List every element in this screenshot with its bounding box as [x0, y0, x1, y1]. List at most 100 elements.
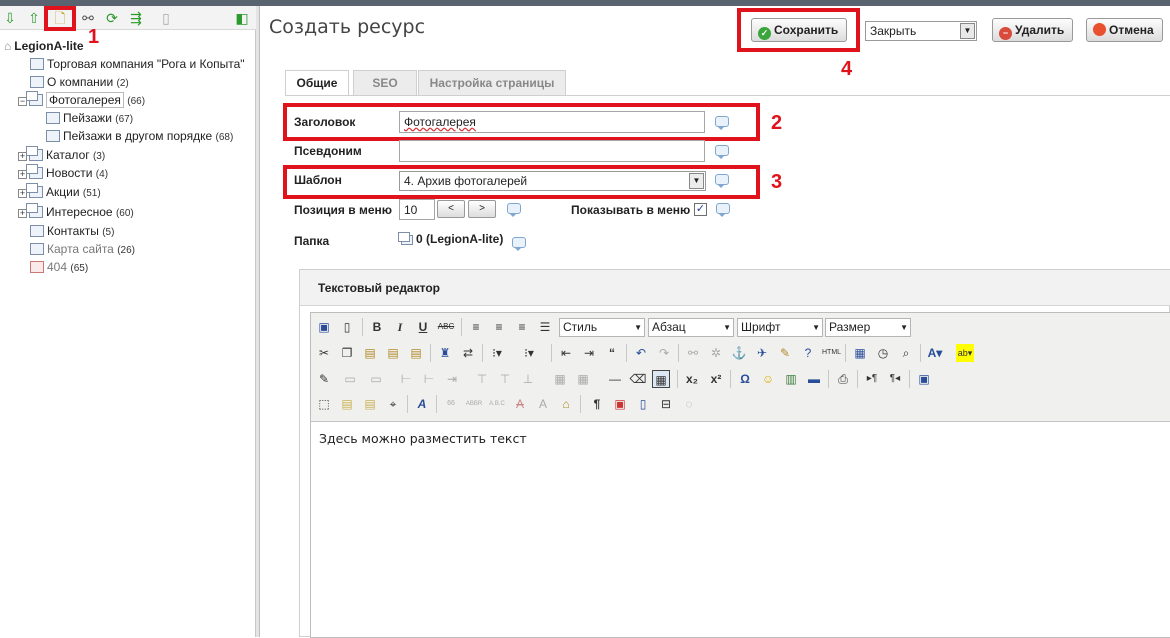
- tree-item-sitemap[interactable]: Карта сайта (26): [30, 241, 135, 257]
- tree-item-interesting[interactable]: + Интересное (60): [18, 203, 134, 220]
- subscript-icon[interactable]: x₂: [683, 370, 701, 388]
- insert-row-after-icon[interactable]: ⊢: [420, 370, 438, 388]
- comment-icon[interactable]: [715, 145, 729, 159]
- layer-move-icon[interactable]: ▤: [361, 395, 379, 413]
- comment-icon[interactable]: [716, 203, 730, 217]
- table-cell-props-icon[interactable]: ▭: [367, 370, 385, 388]
- tree-item-landscapes-other[interactable]: Пейзажи в другом порядке (68): [46, 128, 233, 144]
- horizontal-rule-icon[interactable]: —: [606, 370, 624, 388]
- redo-icon[interactable]: ↷: [655, 344, 673, 362]
- font-select[interactable]: Шрифт ▼: [737, 318, 823, 337]
- arrow-up-icon[interactable]: ⇧: [26, 10, 42, 26]
- link-icon[interactable]: ⚯: [684, 344, 702, 362]
- tree-root[interactable]: ⌂ LegionA-lite: [4, 38, 84, 54]
- paste-text-icon[interactable]: ▤: [384, 344, 402, 362]
- template-icon[interactable]: ▯: [634, 395, 652, 413]
- insert-time-icon[interactable]: ◷: [874, 344, 892, 362]
- insert-table-icon[interactable]: ✎: [315, 370, 333, 388]
- delete-button[interactable]: − Удалить: [992, 18, 1074, 42]
- panel-splitter[interactable]: [256, 6, 260, 637]
- refresh-icon[interactable]: ⟳: [104, 10, 120, 26]
- nonbreaking-icon[interactable]: ▣: [611, 395, 629, 413]
- abbr-icon[interactable]: ABBR: [465, 395, 483, 413]
- template-select[interactable]: 4. Архив фотогалерей ▼: [399, 171, 706, 191]
- save-button[interactable]: ✓ Сохранить: [751, 18, 848, 42]
- select-all-icon[interactable]: ⬚: [315, 395, 333, 413]
- insert-row-before-icon[interactable]: ⊢: [397, 370, 415, 388]
- insert-text-icon[interactable]: A: [534, 395, 552, 413]
- ltr-icon[interactable]: ▸¶: [863, 370, 881, 388]
- collapse-panel-icon[interactable]: ◧: [234, 10, 250, 26]
- replace-icon[interactable]: ⇄: [459, 344, 477, 362]
- link-icon[interactable]: ⚯: [80, 10, 96, 26]
- table-row-props-icon[interactable]: ▭: [341, 370, 359, 388]
- remove-format-icon[interactable]: ⌫: [629, 370, 647, 388]
- title-input[interactable]: Фотогалерея: [399, 111, 705, 133]
- fullscreen-icon[interactable]: ▣: [915, 370, 933, 388]
- cancel-button[interactable]: Отмена: [1086, 18, 1163, 42]
- tree-item-landscapes[interactable]: Пейзажи (67): [46, 110, 133, 126]
- bullet-list-icon[interactable]: ⁝▾: [488, 344, 506, 362]
- rtl-icon[interactable]: ¶◂: [886, 370, 904, 388]
- align-justify-icon[interactable]: ☰: [536, 318, 554, 336]
- insert-col-before-icon[interactable]: ⊤: [473, 370, 491, 388]
- find-icon[interactable]: ♜: [436, 344, 454, 362]
- bold-icon[interactable]: B: [368, 318, 386, 336]
- tab-seo[interactable]: SEO: [353, 70, 417, 95]
- delete-col-icon[interactable]: ⊥: [519, 370, 537, 388]
- close-action-select[interactable]: Закрыть ▼: [865, 21, 977, 41]
- tab-general[interactable]: Общие: [285, 70, 349, 96]
- comment-icon[interactable]: [507, 203, 521, 217]
- tree-item-news[interactable]: + Новости (4): [18, 164, 108, 181]
- tree-item-company[interactable]: Торговая компания "Рога и Копыта": [30, 56, 245, 72]
- insert-date-icon[interactable]: ▦: [851, 344, 869, 362]
- special-char-icon[interactable]: Ω: [736, 370, 754, 388]
- superscript-icon[interactable]: x²: [707, 370, 725, 388]
- tree-item-gallery[interactable]: − Фотогалерея (66): [18, 91, 145, 108]
- tree-item-about[interactable]: О компании (2): [30, 74, 129, 90]
- page-break-insert-icon[interactable]: ⊟: [657, 395, 675, 413]
- style-select[interactable]: Стиль ▼: [559, 318, 645, 337]
- italic-icon[interactable]: I: [391, 318, 409, 336]
- folder-value[interactable]: 0 (LegionA-lite): [398, 232, 503, 246]
- layer-icon[interactable]: ▤: [338, 395, 356, 413]
- comment-icon[interactable]: [715, 174, 729, 188]
- format-select[interactable]: Абзац ▼: [648, 318, 734, 337]
- html-source-icon[interactable]: HTML: [822, 344, 841, 362]
- blockquote-icon[interactable]: “: [603, 344, 621, 362]
- undo-icon[interactable]: ↶: [632, 344, 650, 362]
- menu-position-increase-button[interactable]: >: [468, 200, 496, 218]
- print-icon[interactable]: ⎙: [834, 370, 852, 388]
- image-icon[interactable]: ✈: [753, 344, 771, 362]
- help-icon[interactable]: ?: [799, 344, 817, 362]
- outdent-icon[interactable]: ⇤: [557, 344, 575, 362]
- anchor-icon[interactable]: ⚓: [730, 344, 748, 362]
- show-in-menu-checkbox[interactable]: ✓: [694, 203, 707, 216]
- merge-cells-icon[interactable]: ▦: [574, 370, 592, 388]
- indent-icon[interactable]: ⇥: [580, 344, 598, 362]
- cleanup-icon[interactable]: ✎: [776, 344, 794, 362]
- cite-icon[interactable]: 66: [442, 395, 460, 413]
- editor-content[interactable]: Здесь можно разместить текст: [319, 431, 527, 446]
- delete-row-icon[interactable]: ⇥: [443, 370, 461, 388]
- paste-word-icon[interactable]: ▤: [407, 344, 425, 362]
- tree-item-promotions[interactable]: + Акции (51): [18, 183, 101, 200]
- visual-aid-icon[interactable]: ▦: [652, 370, 670, 388]
- page-break-icon[interactable]: ▬: [805, 370, 823, 388]
- comment-icon[interactable]: [512, 237, 526, 251]
- copy-icon[interactable]: ❐: [338, 344, 356, 362]
- sort-icon[interactable]: ⇶: [128, 10, 144, 26]
- media-icon[interactable]: ▥: [782, 370, 800, 388]
- restore-draft-icon[interactable]: ◌: [680, 395, 698, 413]
- menu-position-decrease-button[interactable]: <: [437, 200, 465, 218]
- attributes-icon[interactable]: ⌂: [557, 395, 575, 413]
- size-select[interactable]: Размер ▼: [825, 318, 911, 337]
- align-right-icon[interactable]: ≡: [513, 318, 531, 336]
- new-page-icon[interactable]: ▯: [338, 318, 356, 336]
- underline-icon[interactable]: U: [414, 318, 432, 336]
- split-cells-icon[interactable]: ▦: [551, 370, 569, 388]
- acronym-icon[interactable]: A.B.C: [488, 395, 506, 413]
- text-color-icon[interactable]: A▾: [926, 344, 944, 362]
- numbered-list-icon[interactable]: ⁝▾: [520, 344, 538, 362]
- preview-icon[interactable]: ⌕: [897, 344, 915, 362]
